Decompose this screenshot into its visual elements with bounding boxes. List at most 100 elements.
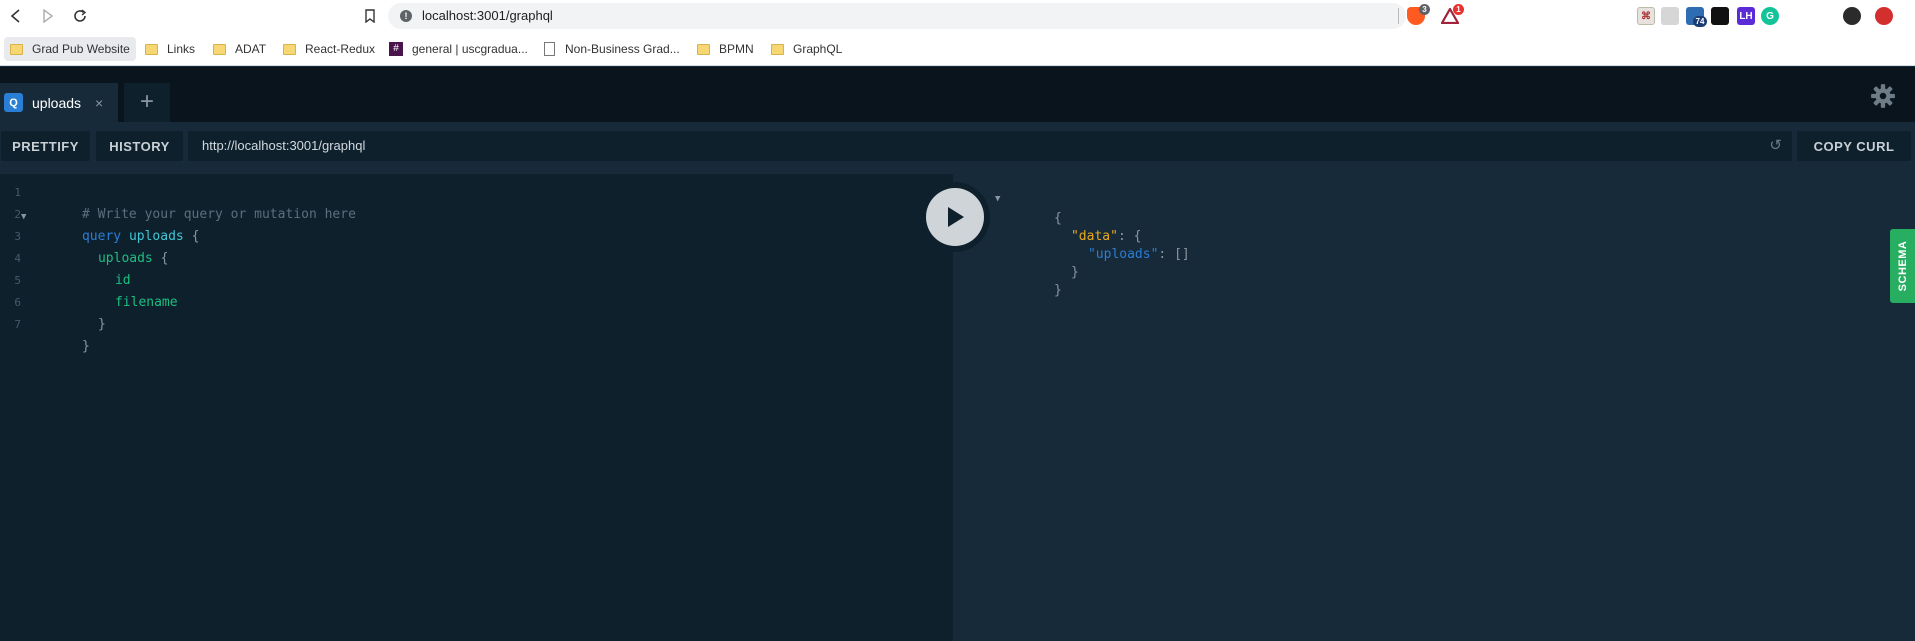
lighthouse-label: LH bbox=[1739, 10, 1753, 22]
forward-arrow-icon bbox=[43, 9, 54, 23]
uploads-key: "uploads" bbox=[1087, 247, 1159, 262]
history-button[interactable]: HISTORY bbox=[96, 131, 183, 161]
profile-avatar[interactable] bbox=[1843, 7, 1861, 25]
document-icon bbox=[544, 42, 555, 56]
grammarly-icon[interactable]: G bbox=[1761, 7, 1779, 25]
bookmark-general-uscgradua[interactable]: # general | uscgradua... bbox=[383, 37, 534, 61]
uploads-value: : [] bbox=[1158, 247, 1190, 262]
reload-button[interactable] bbox=[70, 6, 90, 26]
bookmark-non-business-grad[interactable]: Non-Business Grad... bbox=[538, 37, 686, 61]
address-bar[interactable]: ! localhost:3001/graphql bbox=[388, 3, 1406, 29]
query-line-6: } bbox=[51, 292, 106, 332]
bookmark-page-button[interactable] bbox=[360, 6, 380, 26]
tab-uploads[interactable]: Q uploads × bbox=[0, 83, 118, 122]
line-number: 7 bbox=[14, 318, 21, 331]
bookmark-label: Links bbox=[167, 42, 196, 56]
line-number: 2 bbox=[14, 208, 21, 221]
brave-rewards-badge: 1 bbox=[1453, 4, 1464, 15]
folder-icon bbox=[10, 43, 23, 55]
copy-curl-button[interactable]: COPY CURL bbox=[1797, 131, 1911, 161]
bookmark-graphql[interactable]: GraphQL bbox=[765, 37, 848, 61]
query-line-7: } bbox=[35, 314, 90, 354]
folder-icon bbox=[213, 43, 226, 55]
lighthouse-icon[interactable]: LH bbox=[1737, 7, 1755, 25]
field-filename: filename bbox=[114, 295, 178, 310]
bookmark-label: React-Redux bbox=[305, 42, 376, 56]
bookmark-label: ADAT bbox=[235, 42, 267, 56]
folder-icon bbox=[697, 43, 710, 55]
close-brace: } bbox=[81, 339, 90, 354]
bookmark-label: Non-Business Grad... bbox=[565, 42, 680, 56]
bookmark-grad-pub-website[interactable]: Grad Pub Website bbox=[4, 37, 136, 61]
brave-shield-badge: 3 bbox=[1419, 4, 1430, 15]
query-line-2: query uploads { bbox=[35, 204, 199, 244]
playground-tab-bar: Q uploads × + bbox=[0, 67, 1915, 122]
bookmark-label: GraphQL bbox=[793, 42, 843, 56]
bookmark-bpmn[interactable]: BPMN bbox=[691, 37, 760, 61]
bookmarks-bar: Grad Pub Website Links ADAT React-Redux … bbox=[0, 32, 1915, 66]
line-number: 6 bbox=[14, 296, 21, 309]
play-icon bbox=[948, 207, 964, 227]
folder-icon bbox=[771, 43, 784, 55]
brave-shield-icon[interactable]: 3 bbox=[1407, 4, 1430, 25]
pdf-extension-icon[interactable]: ⌘ bbox=[1637, 7, 1655, 25]
brave-rewards-icon[interactable]: 1 bbox=[1441, 4, 1464, 25]
query-line-4: id bbox=[68, 248, 131, 288]
grammarly-label: G bbox=[1766, 10, 1774, 22]
bookmark-icon bbox=[365, 9, 375, 23]
bookmark-adat[interactable]: ADAT bbox=[207, 37, 272, 61]
forward-button[interactable] bbox=[38, 6, 58, 26]
prettify-button[interactable]: PRETTIFY bbox=[1, 131, 90, 161]
reload-schema-icon[interactable]: ↺ bbox=[1769, 131, 1782, 161]
tab-title: uploads bbox=[32, 94, 82, 111]
new-tab-button[interactable]: + bbox=[124, 83, 170, 122]
folder-icon bbox=[145, 43, 158, 55]
schema-tab-label: SCHEMA bbox=[1896, 240, 1909, 292]
address-bar-separator bbox=[1398, 8, 1399, 24]
close-brace: } bbox=[1053, 283, 1062, 298]
cloud-extension-icon[interactable]: 74 bbox=[1686, 7, 1707, 27]
slack-hash-icon: # bbox=[389, 42, 403, 56]
close-brace: } bbox=[1070, 265, 1079, 280]
bookmark-links[interactable]: Links bbox=[139, 37, 201, 61]
open-brace: { bbox=[160, 251, 169, 266]
browser-toolbar: ! localhost:3001/graphql 3 1 ⌘ 74 LH G bbox=[0, 0, 1915, 32]
endpoint-input[interactable]: http://localhost:3001/graphql ↺ bbox=[188, 131, 1792, 161]
open-brace: { bbox=[191, 229, 200, 244]
bookmark-label: general | uscgradua... bbox=[412, 42, 528, 56]
address-bar-url[interactable]: localhost:3001/graphql bbox=[422, 8, 553, 23]
query-line-3: uploads { bbox=[51, 226, 168, 266]
bookmark-react-redux[interactable]: React-Redux bbox=[277, 37, 381, 61]
close-tab-icon[interactable]: × bbox=[95, 95, 103, 111]
schema-tab[interactable]: SCHEMA bbox=[1890, 229, 1915, 303]
result-pane: ▼ { "data": { "uploads": [] } } bbox=[953, 174, 1915, 641]
query-tab-icon: Q bbox=[4, 93, 23, 112]
back-button[interactable] bbox=[6, 6, 26, 26]
fold-arrow-icon[interactable]: ▼ bbox=[995, 194, 1000, 204]
reload-icon bbox=[74, 9, 87, 22]
line-number: 1 bbox=[14, 186, 21, 199]
execute-query-button[interactable] bbox=[920, 182, 990, 252]
fold-arrow-icon[interactable]: ▼ bbox=[21, 212, 26, 222]
bookmark-label: Grad Pub Website bbox=[32, 42, 130, 56]
settings-gear-icon[interactable] bbox=[1870, 83, 1896, 109]
back-arrow-icon bbox=[10, 9, 20, 23]
folder-icon bbox=[283, 43, 296, 55]
query-editor[interactable]: 1 2 3 4 5 6 7 ▼ # Write your query or mu… bbox=[0, 174, 953, 641]
endpoint-url: http://localhost:3001/graphql bbox=[202, 138, 366, 153]
ublock-icon[interactable] bbox=[1875, 7, 1893, 25]
copy-window-extension-icon[interactable] bbox=[1711, 7, 1729, 25]
query-line-5: filename bbox=[68, 270, 178, 310]
close-brace: } bbox=[97, 317, 106, 332]
line-number: 3 bbox=[14, 230, 21, 243]
result-line-5: } bbox=[1007, 258, 1062, 298]
site-info-icon[interactable]: ! bbox=[400, 10, 412, 22]
line-number: 5 bbox=[14, 274, 21, 287]
pdf-glyph: ⌘ bbox=[1641, 10, 1651, 22]
graphql-playground: Q uploads × + PRETTIFY HISTORY http://lo… bbox=[0, 67, 1915, 641]
play-button-face bbox=[926, 188, 984, 246]
copy-extension-icon[interactable] bbox=[1661, 7, 1679, 25]
query-line-1: # Write your query or mutation here bbox=[35, 182, 356, 222]
playground-toolbar: PRETTIFY HISTORY http://localhost:3001/g… bbox=[0, 131, 1915, 161]
line-number: 4 bbox=[14, 252, 21, 265]
